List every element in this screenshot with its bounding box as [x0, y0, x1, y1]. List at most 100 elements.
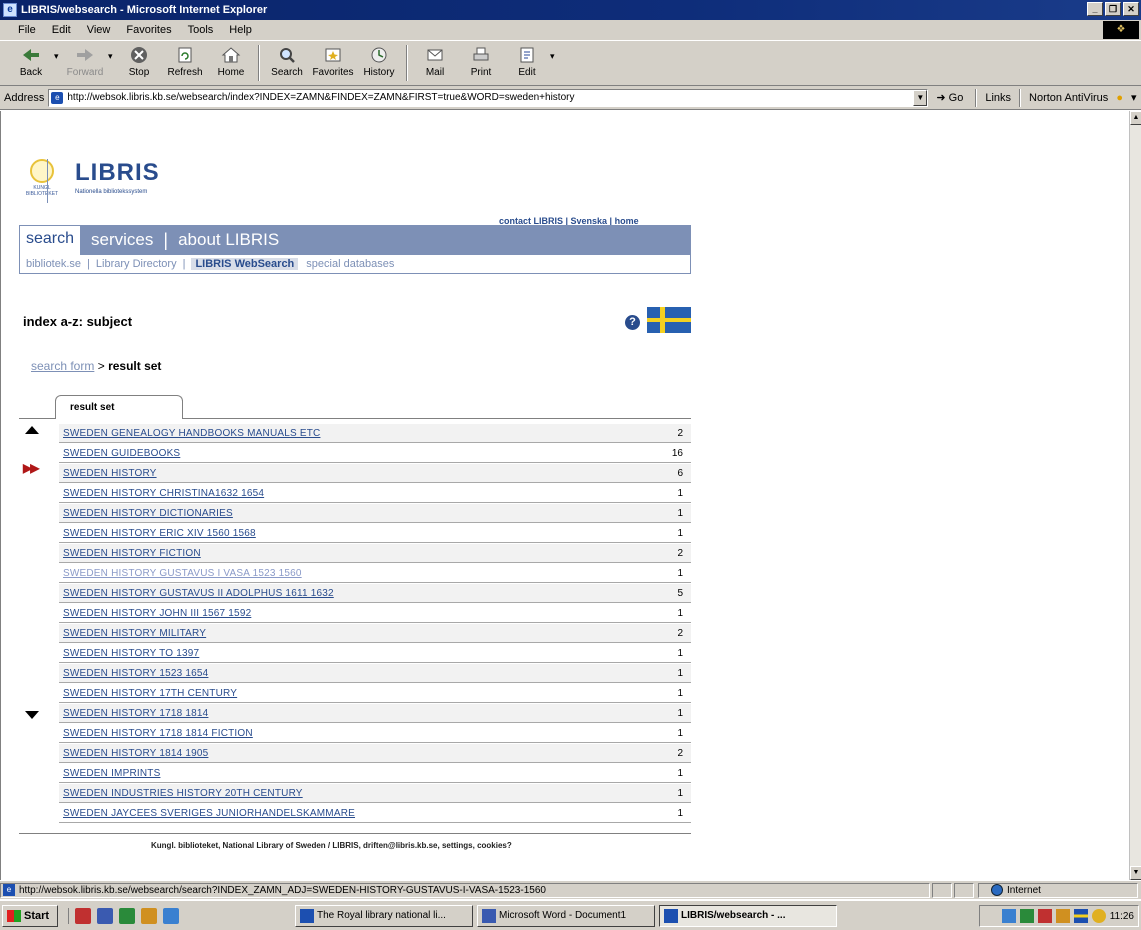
tray-language-icon[interactable]: [1073, 909, 1088, 923]
history-button[interactable]: History: [356, 45, 402, 85]
tray-norton-icon[interactable]: [1055, 909, 1070, 923]
result-term-link[interactable]: SWEDEN HISTORY 1718 1814: [59, 708, 667, 719]
forward-dropdown-icon[interactable]: ▾: [108, 45, 116, 62]
result-term-link[interactable]: SWEDEN IMPRINTS: [59, 768, 667, 779]
menu-file[interactable]: File: [10, 24, 44, 36]
tray-app-icon[interactable]: [1019, 909, 1034, 923]
search-button[interactable]: Search: [264, 45, 310, 85]
mail-button[interactable]: Mail: [412, 45, 458, 85]
status-pane-empty: [932, 882, 952, 898]
result-count: 1: [677, 787, 683, 799]
subnav-library-directory[interactable]: Library Directory: [96, 258, 177, 270]
subnav-special-databases[interactable]: special databases: [306, 258, 394, 270]
back-button[interactable]: Back: [8, 45, 54, 85]
clock[interactable]: 11:26: [1110, 911, 1134, 922]
result-term-link[interactable]: SWEDEN HISTORY CHRISTINA1632 1654: [59, 488, 667, 499]
address-input[interactable]: e http://websok.libris.kb.se/websearch/i…: [48, 88, 929, 107]
result-term-link[interactable]: SWEDEN JAYCEES SVERIGES JUNIORHANDELSKAM…: [59, 808, 667, 819]
norton-antivirus-button[interactable]: Norton AntiVirus: [1029, 92, 1108, 104]
menu-favorites[interactable]: Favorites: [118, 24, 179, 36]
quicklaunch-app-icon[interactable]: [75, 907, 91, 924]
quicklaunch-ie-icon[interactable]: [163, 907, 179, 924]
forward-arrow-icon: [74, 45, 96, 65]
vertical-scrollbar[interactable]: ▲ ▼: [1129, 111, 1141, 880]
tab-result-set[interactable]: result set: [55, 395, 183, 419]
result-term-link[interactable]: SWEDEN HISTORY MILITARY: [59, 628, 667, 639]
tray-speaker-icon[interactable]: [1091, 909, 1106, 923]
back-dropdown-icon[interactable]: ▾: [54, 45, 62, 62]
result-term-link[interactable]: SWEDEN HISTORY 1814 1905: [59, 748, 667, 759]
breadcrumb-search-form[interactable]: search form: [31, 359, 94, 373]
minimize-button[interactable]: _: [1087, 2, 1103, 16]
norton-shield-icon[interactable]: ●: [1116, 92, 1123, 104]
links-button[interactable]: Links: [985, 92, 1011, 104]
swedish-flag-icon[interactable]: [647, 307, 691, 333]
history-label: History: [363, 67, 395, 78]
forward-button[interactable]: Forward: [62, 45, 108, 85]
result-term-link[interactable]: SWEDEN HISTORY: [59, 468, 667, 479]
subnav-bibliotek[interactable]: bibliotek.se: [26, 258, 81, 270]
result-row: SWEDEN HISTORY FICTION 2: [59, 543, 691, 563]
edit-dropdown-icon[interactable]: ▾: [550, 45, 558, 62]
favorites-button[interactable]: Favorites: [310, 45, 356, 85]
scroll-down-arrow-icon[interactable]: [25, 711, 39, 719]
norton-dropdown-icon[interactable]: ▾: [1131, 91, 1137, 104]
result-term-link[interactable]: SWEDEN HISTORY 1718 1814 FICTION: [59, 728, 667, 739]
task-libris-websearch[interactable]: LIBRIS/websearch - ...: [659, 904, 837, 927]
scrollbar-up-arrow-icon[interactable]: ▲: [1130, 111, 1141, 125]
menu-view[interactable]: View: [79, 24, 119, 36]
scroll-up-arrow-icon[interactable]: [25, 426, 39, 434]
edit-button[interactable]: Edit: [504, 45, 550, 85]
result-term-link[interactable]: SWEDEN HISTORY DICTIONARIES: [59, 508, 667, 519]
help-icon[interactable]: ?: [625, 315, 640, 330]
stop-button[interactable]: Stop: [116, 45, 162, 85]
result-term-link[interactable]: SWEDEN HISTORY GUSTAVUS II ADOLPHUS 1611…: [59, 588, 667, 599]
result-term-link[interactable]: SWEDEN INDUSTRIES HISTORY 20TH CENTURY: [59, 788, 667, 799]
ie-window-icon[interactable]: e: [3, 3, 17, 17]
mail-label: Mail: [425, 67, 445, 78]
breadcrumb-separator: >: [97, 359, 105, 373]
tray-antivirus-icon[interactable]: [1037, 909, 1052, 923]
result-term-link[interactable]: SWEDEN HISTORY 17TH CENTURY: [59, 688, 667, 699]
result-term-link[interactable]: SWEDEN HISTORY FICTION: [59, 548, 667, 559]
subnav-websearch[interactable]: LIBRIS WebSearch: [191, 258, 299, 270]
libris-brand: LIBRIS: [75, 159, 160, 186]
close-button[interactable]: ✕: [1123, 2, 1139, 16]
print-button[interactable]: Print: [458, 45, 504, 85]
refresh-button[interactable]: Refresh: [162, 45, 208, 85]
home-button[interactable]: Home: [208, 45, 254, 85]
quicklaunch-word-icon[interactable]: [97, 907, 113, 924]
result-term-link[interactable]: SWEDEN HISTORY GUSTAVUS I VASA 1523 1560: [59, 568, 667, 579]
restore-button[interactable]: ❐: [1105, 2, 1121, 16]
menu-help[interactable]: Help: [221, 24, 260, 36]
page-footer[interactable]: Kungl. biblioteket, National Library of …: [151, 841, 512, 850]
go-button[interactable]: ➜ Go: [936, 91, 963, 104]
result-count: 1: [677, 567, 683, 579]
result-term-link[interactable]: SWEDEN HISTORY ERIC XIV 1560 1568: [59, 528, 667, 539]
menu-tools[interactable]: Tools: [180, 24, 222, 36]
libris-logo[interactable]: KUNGL BIBLIOTEKET LIBRIS Nationella bibli…: [23, 159, 160, 197]
scrollbar-down-arrow-icon[interactable]: ▼: [1130, 866, 1141, 880]
result-term-link[interactable]: SWEDEN GUIDEBOOKS: [59, 448, 667, 459]
result-term-link[interactable]: SWEDEN HISTORY JOHN III 1567 1592: [59, 608, 667, 619]
mail-icon: [424, 45, 446, 65]
result-count: 1: [677, 507, 683, 519]
result-term-link[interactable]: SWEDEN GENEALOGY HANDBOOKS MANUALS ETC: [59, 428, 667, 439]
quicklaunch-outlook-icon[interactable]: [141, 907, 157, 924]
toolbar-separator: [258, 45, 260, 81]
result-term-link[interactable]: SWEDEN HISTORY TO 1397: [59, 648, 667, 659]
nav-tab-services[interactable]: services: [81, 230, 163, 250]
subnav-separator: |: [182, 258, 186, 270]
task-royal-library[interactable]: The Royal library national li...: [295, 904, 473, 927]
start-button[interactable]: Start: [2, 904, 58, 927]
task-word-document[interactable]: Microsoft Word - Document1: [477, 904, 655, 927]
ie-task-icon: [300, 908, 314, 923]
nav-tab-search[interactable]: search: [19, 225, 82, 255]
tray-network-icon[interactable]: [1001, 909, 1016, 923]
nav-tab-about[interactable]: about LIBRIS: [168, 230, 289, 250]
menu-edit[interactable]: Edit: [44, 24, 79, 36]
address-dropdown-icon[interactable]: ▼: [913, 89, 928, 106]
result-term-link[interactable]: SWEDEN HISTORY 1523 1654: [59, 668, 667, 679]
quicklaunch-excel-icon[interactable]: [119, 907, 135, 924]
print-label: Print: [470, 67, 492, 78]
